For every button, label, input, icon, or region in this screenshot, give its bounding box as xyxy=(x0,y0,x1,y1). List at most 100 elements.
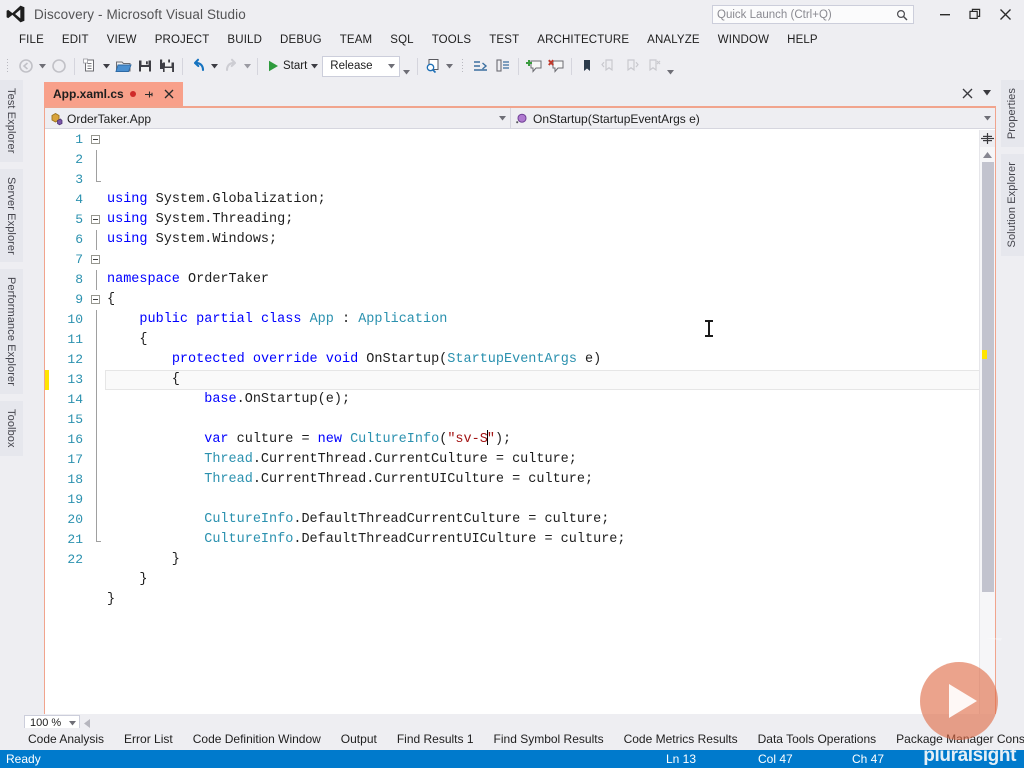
panel-tab-code-metrics-results[interactable]: Code Metrics Results xyxy=(614,728,748,750)
save-all-icon[interactable] xyxy=(156,55,178,77)
menu-item-team[interactable]: TEAM xyxy=(331,32,382,48)
scroll-up-button[interactable] xyxy=(980,147,995,162)
menu-item-architecture[interactable]: ARCHITECTURE xyxy=(528,32,638,48)
type-navigation-select[interactable]: OrderTaker.App xyxy=(45,108,511,129)
outlining-gutter[interactable] xyxy=(89,130,105,715)
code-token: CultureInfo xyxy=(204,532,294,547)
line-number: 18 xyxy=(67,472,83,487)
menu-item-help[interactable]: HELP xyxy=(778,32,827,48)
open-file-icon[interactable] xyxy=(112,55,134,77)
clear-bookmarks-icon[interactable] xyxy=(642,55,664,77)
close-button[interactable] xyxy=(990,0,1020,28)
code-line: { xyxy=(107,330,995,350)
menu-item-analyze[interactable]: ANALYZE xyxy=(638,32,709,48)
toolbar-grip-2[interactable] xyxy=(459,57,468,75)
navigate-backward-dropdown[interactable] xyxy=(37,55,48,77)
navigate-backward-icon[interactable] xyxy=(15,55,37,77)
new-project-icon[interactable] xyxy=(79,55,101,77)
document-tab-app-xaml-cs[interactable]: App.xaml.cs xyxy=(44,82,183,106)
panel-tab-code-analysis[interactable]: Code Analysis xyxy=(18,728,114,750)
redo-icon[interactable] xyxy=(220,55,242,77)
dock-tab-performance-explorer[interactable]: Performance Explorer xyxy=(0,269,23,395)
dock-tab-solution-explorer[interactable]: Solution Explorer xyxy=(1001,154,1024,256)
panel-tab-find-symbol-results[interactable]: Find Symbol Results xyxy=(484,728,614,750)
fold-toggle-icon[interactable] xyxy=(91,295,100,304)
next-bookmark-icon[interactable] xyxy=(620,55,642,77)
panel-tab-package-manager-console[interactable]: Package Manager Console xyxy=(886,728,1024,750)
dock-tab-server-explorer[interactable]: Server Explorer xyxy=(0,168,23,263)
menu-item-tools[interactable]: TOOLS xyxy=(423,32,481,48)
toggle-bookmark-icon[interactable] xyxy=(576,55,598,77)
play-icon xyxy=(269,60,278,72)
undo-dropdown[interactable] xyxy=(209,55,220,77)
fold-toggle-icon[interactable] xyxy=(91,215,100,224)
start-debug-button[interactable]: Start xyxy=(262,60,309,72)
menu-item-window[interactable]: WINDOW xyxy=(709,32,778,48)
search-icon[interactable] xyxy=(895,8,909,22)
comment-icon[interactable] xyxy=(523,55,545,77)
dock-tab-label: Test Explorer xyxy=(5,88,17,154)
vertical-scrollbar[interactable] xyxy=(979,130,995,715)
source-code[interactable]: using System.Globalization; using System.… xyxy=(105,130,995,715)
menu-item-view[interactable]: VIEW xyxy=(98,32,146,48)
fold-toggle-icon[interactable] xyxy=(91,255,100,264)
find-in-files-icon[interactable] xyxy=(422,55,444,77)
toolbar-separator xyxy=(182,57,183,75)
toolbar-overflow-2[interactable] xyxy=(664,55,677,77)
redo-dropdown[interactable] xyxy=(242,55,253,77)
new-project-dropdown[interactable] xyxy=(101,55,112,77)
code-token: Thread xyxy=(204,472,253,487)
menu-item-test[interactable]: TEST xyxy=(480,32,528,48)
visual-studio-window: Discovery - Microsoft Visual Studio Quic… xyxy=(0,0,1024,768)
dock-tab-properties[interactable]: Properties xyxy=(1001,80,1024,148)
panel-tab-error-list[interactable]: Error List xyxy=(114,728,183,750)
close-document-button[interactable] xyxy=(958,83,976,103)
undo-icon[interactable] xyxy=(187,55,209,77)
status-column-number: Col 47 xyxy=(758,752,793,766)
toolbar-overflow-1[interactable] xyxy=(400,55,413,77)
panel-tab-find-results-1[interactable]: Find Results 1 xyxy=(387,728,484,750)
minimize-button[interactable] xyxy=(930,0,960,28)
line-number: 4 xyxy=(75,192,83,207)
restore-button[interactable] xyxy=(960,0,990,28)
find-dropdown[interactable] xyxy=(444,55,455,77)
solution-configuration-select[interactable]: Release xyxy=(322,55,401,77)
menu-bar: FILE EDIT VIEW PROJECT BUILD DEBUG TEAM SQL TOOL… xyxy=(0,28,1024,52)
save-icon[interactable] xyxy=(134,55,156,77)
line-number: 10 xyxy=(67,312,83,327)
scroll-thumb[interactable] xyxy=(982,162,994,592)
pin-icon[interactable] xyxy=(142,85,156,103)
increase-indent-icon[interactable] xyxy=(470,55,492,77)
start-dropdown[interactable] xyxy=(309,55,320,77)
menu-item-debug[interactable]: DEBUG xyxy=(271,32,331,48)
panel-tab-data-tools-operations[interactable]: Data Tools Operations xyxy=(748,728,887,750)
code-line: CultureInfo.DefaultThreadCurrentCulture … xyxy=(107,510,995,530)
decrease-indent-icon[interactable] xyxy=(492,55,514,77)
quick-launch-input[interactable]: Quick Launch (Ctrl+Q) xyxy=(712,5,914,24)
split-view-handle[interactable] xyxy=(980,130,995,147)
scroll-left-icon[interactable] xyxy=(80,718,94,728)
dock-tab-toolbox[interactable]: Toolbox xyxy=(0,401,23,457)
uncomment-icon[interactable] xyxy=(545,55,567,77)
dock-tab-test-explorer[interactable]: Test Explorer xyxy=(0,80,23,162)
code-token: ); xyxy=(494,432,512,447)
menu-item-project[interactable]: PROJECT xyxy=(146,32,219,48)
panel-tab-output[interactable]: Output xyxy=(331,728,387,750)
code-text-area[interactable]: 1 2 3 4 5 6 7 8 9 10 11 12 13 14 15 16 17 18 19 20 21 22 usin… xyxy=(45,130,995,715)
member-navigation-select[interactable]: OnStartup(StartupEventArgs e) xyxy=(511,108,995,129)
previous-bookmark-icon[interactable] xyxy=(598,55,620,77)
navigate-forward-icon[interactable] xyxy=(48,55,70,77)
fold-guide-line xyxy=(96,310,97,330)
menu-item-edit[interactable]: EDIT xyxy=(53,32,98,48)
toolbar-grip[interactable] xyxy=(4,57,13,75)
scroll-track[interactable] xyxy=(980,162,995,715)
menu-item-build[interactable]: BUILD xyxy=(218,32,271,48)
active-files-dropdown-icon[interactable] xyxy=(978,83,996,103)
fold-toggle-icon[interactable] xyxy=(91,135,100,144)
menu-item-sql[interactable]: SQL xyxy=(381,32,422,48)
menu-item-file[interactable]: FILE xyxy=(10,32,53,48)
panel-tab-code-definition-window[interactable]: Code Definition Window xyxy=(183,728,331,750)
close-tab-icon[interactable] xyxy=(162,85,176,103)
